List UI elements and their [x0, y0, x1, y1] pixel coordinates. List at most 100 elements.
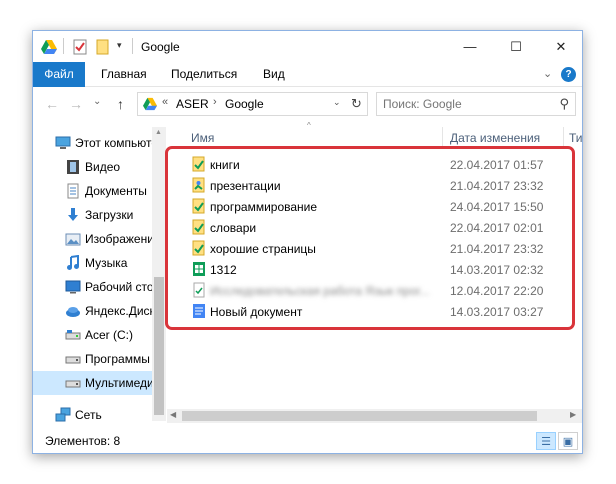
breadcrumb-aser[interactable]: ASER [176, 97, 209, 111]
address-dropdown-icon[interactable]: ⌄ [333, 97, 341, 108]
drive-icon [65, 380, 81, 388]
refresh-icon[interactable]: ↻ [351, 96, 362, 112]
horizontal-scrollbar[interactable]: ◀ ▶ [167, 409, 582, 423]
file-name: книги [210, 158, 240, 172]
sidebar-item-desktop[interactable]: Рабочий стол [33, 275, 160, 299]
customize-toolbar-icon[interactable]: ▾ [117, 40, 122, 51]
file-row[interactable]: программирование 24.04.2017 15:50 [187, 196, 567, 217]
computer-icon [55, 136, 71, 149]
file-date: 14.03.2017 03:27 [450, 305, 544, 319]
minimize-button[interactable]: — [447, 31, 493, 62]
file-name: хорошие страницы [210, 242, 316, 256]
large-icons-view-button[interactable]: ▣ [558, 432, 578, 450]
drive-folder-icon [192, 240, 205, 256]
close-button[interactable]: ✕ [538, 31, 582, 62]
ribbon-expand-icon[interactable]: ⌄ [543, 67, 552, 80]
file-row[interactable]: Новый документ 14.03.2017 03:27 [187, 301, 567, 322]
separator-icon [132, 38, 133, 54]
file-date: 22.04.2017 01:57 [450, 158, 544, 172]
file-date: 12.04.2017 22:20 [450, 284, 544, 298]
maximize-icon: ☐ [510, 38, 522, 54]
drive-folder-icon [192, 198, 205, 214]
sidebar-item-yandex-disk[interactable]: Яндекс.Диск [33, 299, 155, 323]
column-divider[interactable] [442, 127, 443, 149]
sidebar-scroll-thumb[interactable] [154, 277, 164, 415]
file-name: программирование [210, 200, 318, 214]
navigation-bar: ← → ⌄ ↑ « ASER › Google ⌄ ↻ ⚲ [33, 87, 582, 121]
file-name: 1312 [210, 263, 237, 277]
column-divider[interactable] [563, 127, 564, 149]
sidebar-item-downloads[interactable]: Загрузки [33, 203, 154, 227]
column-header-name[interactable]: Имя [191, 131, 214, 153]
help-icon[interactable]: ? [561, 67, 576, 82]
scroll-up-icon[interactable]: ▲ [155, 129, 162, 136]
file-list: ^ Имя Дата изменения Ти книги 22.04.2017… [167, 121, 582, 421]
window-title: Google [141, 40, 180, 54]
sidebar-item-acer-c[interactable]: Acer (C:) [33, 323, 154, 347]
maximize-button[interactable]: ☐ [493, 31, 539, 62]
forward-button[interactable]: → [69, 96, 83, 112]
sort-ascending-icon: ^ [307, 121, 311, 130]
sidebar-item-this-pc[interactable]: Этот компьютер [33, 131, 165, 155]
details-view-button[interactable]: ☰ [536, 432, 556, 450]
new-folder-icon[interactable] [95, 39, 111, 55]
file-name: Исследовательская работа Язык прог... [210, 284, 430, 298]
address-overflow-icon[interactable]: « [162, 96, 168, 108]
close-icon: ✕ [555, 38, 567, 54]
tab-view[interactable]: Вид [263, 62, 285, 87]
sidebar-item-label: Видео [85, 160, 121, 174]
column-header-type[interactable]: Ти [569, 131, 582, 153]
file-row[interactable]: Исследовательская работа Язык прог... 12… [187, 280, 567, 301]
back-button[interactable]: ← [45, 96, 59, 112]
drive-icon [65, 356, 81, 364]
sheets-icon [193, 262, 205, 276]
documents-icon [67, 183, 79, 199]
search-icon[interactable]: ⚲ [559, 96, 569, 112]
downloads-icon [68, 208, 78, 221]
file-date: 22.04.2017 02:01 [450, 221, 544, 235]
file-name: словари [210, 221, 257, 235]
tab-file[interactable]: Файл [33, 62, 85, 87]
google-drive-icon [143, 97, 157, 111]
search-input[interactable] [383, 96, 543, 112]
properties-icon[interactable] [73, 39, 87, 55]
docs-icon [193, 304, 205, 318]
drive-icon [65, 330, 81, 340]
sidebar-item-pictures[interactable]: Изображения [33, 227, 160, 251]
search-box[interactable]: ⚲ [376, 92, 576, 116]
large-icons-view-icon: ▣ [562, 435, 574, 448]
sidebar-item-label: Документы [85, 184, 147, 198]
drive-folder-icon [192, 219, 205, 235]
sidebar-item-documents[interactable]: Документы [33, 179, 154, 203]
horizontal-scroll-thumb[interactable] [182, 411, 537, 421]
tab-share[interactable]: Поделиться [171, 62, 237, 87]
title-bar: ▾ Google — ☐ ✕ [33, 31, 582, 63]
sidebar-item-video[interactable]: Видео [33, 155, 154, 179]
file-name: презентации [210, 179, 281, 193]
file-row[interactable]: хорошие страницы 21.04.2017 23:32 [187, 238, 567, 259]
sidebar-item-network[interactable]: Сеть [33, 403, 154, 423]
file-row[interactable]: словари 22.04.2017 02:01 [187, 217, 567, 238]
file-row[interactable]: 1312 14.03.2017 02:32 [187, 259, 567, 280]
navigation-pane: Этот компьютер Видео Документы Загрузки … [33, 123, 166, 423]
file-row[interactable]: презентации 21.04.2017 23:32 [187, 175, 567, 196]
file-name: Новый документ [210, 305, 303, 319]
sidebar-scrollbar[interactable]: ▲ [152, 127, 166, 421]
sidebar-item-label: Сеть [75, 408, 102, 422]
address-bar[interactable]: « ASER › Google ⌄ ↻ [137, 92, 368, 116]
sidebar-item-music[interactable]: Музыка [33, 251, 154, 275]
sidebar-item-programs[interactable]: Программы [33, 347, 154, 371]
sidebar-item-multimedia[interactable]: Мультимедиа [33, 371, 160, 395]
sidebar-item-label: Рабочий стол [85, 280, 161, 294]
scroll-left-icon[interactable]: ◀ [170, 410, 176, 419]
tab-home[interactable]: Главная [101, 62, 147, 87]
up-button[interactable]: ↑ [117, 96, 124, 112]
pictures-icon [65, 233, 81, 246]
sidebar-item-label: Яндекс.Диск [85, 304, 155, 318]
file-row[interactable]: книги 22.04.2017 01:57 [187, 154, 567, 175]
column-header-date[interactable]: Дата изменения [450, 131, 540, 153]
desktop-icon [65, 280, 81, 294]
recent-locations-button[interactable]: ⌄ [93, 96, 101, 107]
breadcrumb-google[interactable]: Google [225, 97, 264, 111]
scroll-right-icon[interactable]: ▶ [570, 410, 576, 419]
